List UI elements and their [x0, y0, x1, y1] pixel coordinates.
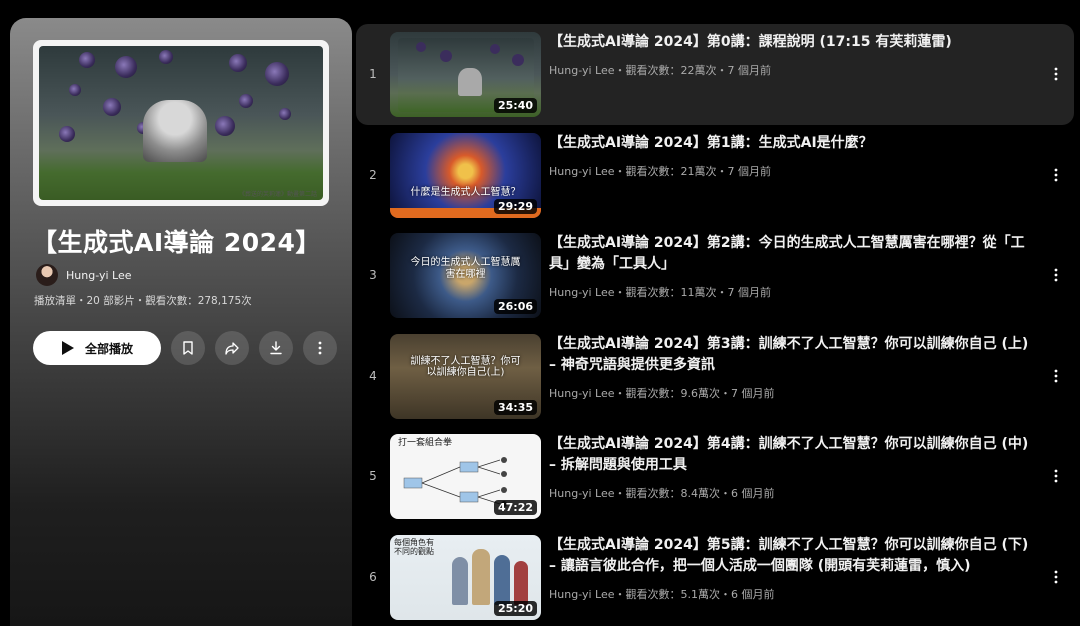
video-row[interactable]: 5 打一套組合拳 47:22 【生成式AI導論 2024】第4講：訓練不了人工智…: [356, 426, 1074, 527]
playlist-title: 【生成式AI導論 2024】: [32, 228, 321, 257]
video-thumbnail[interactable]: 每個角色有不同的觀點 25:20: [390, 534, 541, 620]
playlist-actions: 全部播放: [33, 331, 337, 365]
video-duration: 29:29: [493, 198, 537, 214]
cover-caption: 《葬送的芙莉蓮》動畫第二話: [238, 191, 317, 198]
video-more-button[interactable]: [1046, 165, 1066, 185]
video-row[interactable]: 3 今日的生成式人工智慧厲害在哪裡 26:06 【生成式AI導論 2024】第2…: [356, 225, 1074, 326]
video-duration: 26:06: [493, 299, 537, 314]
download-button[interactable]: [259, 331, 293, 365]
playlist-meta: 播放清單・20 部影片・觀看次數：278,175次: [34, 295, 252, 307]
more-vert-icon: [1054, 268, 1058, 282]
channel-name[interactable]: Hung-yi Lee: [549, 286, 615, 299]
video-index: 6: [369, 569, 377, 584]
video-title[interactable]: 【生成式AI導論 2024】第1講：生成式AI是什麼？: [549, 133, 1039, 154]
video-more-button[interactable]: [1046, 366, 1066, 386]
playlist-owner[interactable]: Hung-yi Lee: [36, 264, 132, 286]
video-title[interactable]: 【生成式AI導論 2024】第0講：課程說明 (17:15 有芙莉蓮雷): [549, 32, 1039, 53]
video-duration: 25:20: [493, 600, 537, 616]
video-stats: ・觀看次數：5.1萬次・6 個月前: [614, 587, 775, 601]
thumbnail-text: 今日的生成式人工智慧厲害在哪裡: [410, 257, 521, 280]
more-vert-icon: [318, 341, 322, 355]
video-row[interactable]: 1 25:40 【生成式AI導論 2024】第0講：課程說明 (17:15 有芙…: [356, 24, 1074, 125]
video-thumbnail[interactable]: 25:40: [390, 32, 541, 117]
video-duration: 34:35: [493, 399, 537, 415]
avatar[interactable]: [36, 264, 58, 286]
video-index: 2: [369, 167, 377, 182]
download-icon: [270, 341, 282, 355]
video-row[interactable]: 6 每個角色有不同的觀點 25:20 【生成式AI導論 2024】第5講：訓練不…: [356, 527, 1074, 626]
share-icon: [225, 342, 239, 355]
playlist-video-list: 1 25:40 【生成式AI導論 2024】第0講：課程說明 (17:15 有芙…: [356, 24, 1074, 626]
video-thumbnail[interactable]: 打一套組合拳 47:22: [390, 434, 541, 519]
thumbnail-text: 什麼是生成式人工智慧？: [410, 186, 521, 198]
bookmark-icon: [183, 341, 193, 355]
channel-name[interactable]: Hung-yi Lee: [549, 387, 615, 400]
play-all-button[interactable]: 全部播放: [33, 331, 161, 365]
video-more-button[interactable]: [1046, 265, 1066, 285]
video-title[interactable]: 【生成式AI導論 2024】第4講：訓練不了人工智慧？你可以訓練你自己 (中) …: [549, 434, 1039, 476]
video-more-button[interactable]: [1046, 466, 1066, 486]
video-meta: Hung-yi Lee・觀看次數：11萬次・7 個月前: [549, 284, 771, 300]
thumbnail-text: 每個角色有不同的觀點: [394, 537, 434, 556]
channel-name[interactable]: Hung-yi Lee: [549, 588, 615, 601]
play-all-label: 全部播放: [84, 341, 133, 356]
character-figure: [143, 100, 207, 162]
video-title[interactable]: 【生成式AI導論 2024】第5講：訓練不了人工智慧？你可以訓練你自己 (下) …: [549, 535, 1039, 577]
playlist-header-panel: 《葬送的芙莉蓮》動畫第二話 【生成式AI導論 2024】 Hung-yi Lee…: [10, 18, 352, 626]
video-row[interactable]: 2 什麼是生成式人工智慧？ 29:29 【生成式AI導論 2024】第1講：生成…: [356, 125, 1074, 226]
video-index: 5: [369, 469, 377, 483]
video-more-button[interactable]: [1046, 567, 1066, 587]
cover-image: 《葬送的芙莉蓮》動畫第二話: [39, 46, 323, 200]
channel-name[interactable]: Hung-yi Lee: [549, 487, 615, 500]
playlist-cover-thumbnail[interactable]: 《葬送的芙莉蓮》動畫第二話: [33, 40, 329, 206]
video-meta: Hung-yi Lee・觀看次數：9.6萬次・7 個月前: [549, 385, 775, 401]
thumbnail-text: 打一套組合拳: [398, 438, 453, 448]
video-index: 4: [369, 368, 377, 383]
video-meta: Hung-yi Lee・觀看次數：21萬次・7 個月前: [549, 163, 771, 179]
video-more-button[interactable]: [1046, 64, 1066, 84]
video-meta: Hung-yi Lee・觀看次數：8.4萬次・6 個月前: [549, 485, 775, 501]
more-vert-icon: [1054, 369, 1058, 382]
video-row[interactable]: 4 訓練不了人工智慧？你可以訓練你自己(上) 34:35 【生成式AI導論 20…: [356, 326, 1074, 427]
video-stats: ・觀看次數：21萬次・7 個月前: [614, 164, 772, 178]
video-stats: ・觀看次數：8.4萬次・6 個月前: [614, 487, 775, 500]
channel-name[interactable]: Hung-yi Lee: [549, 165, 615, 178]
video-index: 1: [369, 67, 377, 81]
video-thumbnail[interactable]: 今日的生成式人工智慧厲害在哪裡 26:06: [390, 233, 541, 318]
video-title[interactable]: 【生成式AI導論 2024】第2講：今日的生成式人工智慧厲害在哪裡？從「工具」變…: [549, 233, 1039, 275]
video-index: 3: [369, 268, 377, 282]
video-stats: ・觀看次數：9.6萬次・7 個月前: [614, 386, 775, 400]
more-vert-icon: [1054, 67, 1058, 81]
video-thumbnail[interactable]: 訓練不了人工智慧？你可以訓練你自己(上) 34:35: [390, 333, 541, 419]
video-stats: ・觀看次數：11萬次・7 個月前: [614, 286, 772, 299]
share-button[interactable]: [215, 331, 249, 365]
video-duration: 47:22: [493, 500, 537, 515]
more-vert-icon: [1054, 469, 1058, 483]
owner-name[interactable]: Hung-yi Lee: [66, 269, 132, 282]
video-stats: ・觀看次數：22萬次・7 個月前: [614, 64, 772, 77]
thumbnail-text: 訓練不了人工智慧？你可以訓練你自己(上): [410, 355, 521, 379]
video-title[interactable]: 【生成式AI導論 2024】第3講：訓練不了人工智慧？你可以訓練你自己 (上) …: [549, 334, 1039, 376]
more-actions-button[interactable]: [303, 331, 337, 365]
video-thumbnail[interactable]: 什麼是生成式人工智慧？ 29:29: [390, 132, 541, 218]
play-icon: [61, 341, 74, 355]
channel-name[interactable]: Hung-yi Lee: [549, 64, 615, 77]
video-meta: Hung-yi Lee・觀看次數：5.1萬次・6 個月前: [549, 586, 775, 602]
more-vert-icon: [1054, 570, 1058, 583]
video-meta: Hung-yi Lee・觀看次數：22萬次・7 個月前: [549, 62, 771, 78]
video-duration: 25:40: [493, 98, 537, 113]
more-vert-icon: [1054, 168, 1058, 181]
save-playlist-button[interactable]: [171, 331, 205, 365]
